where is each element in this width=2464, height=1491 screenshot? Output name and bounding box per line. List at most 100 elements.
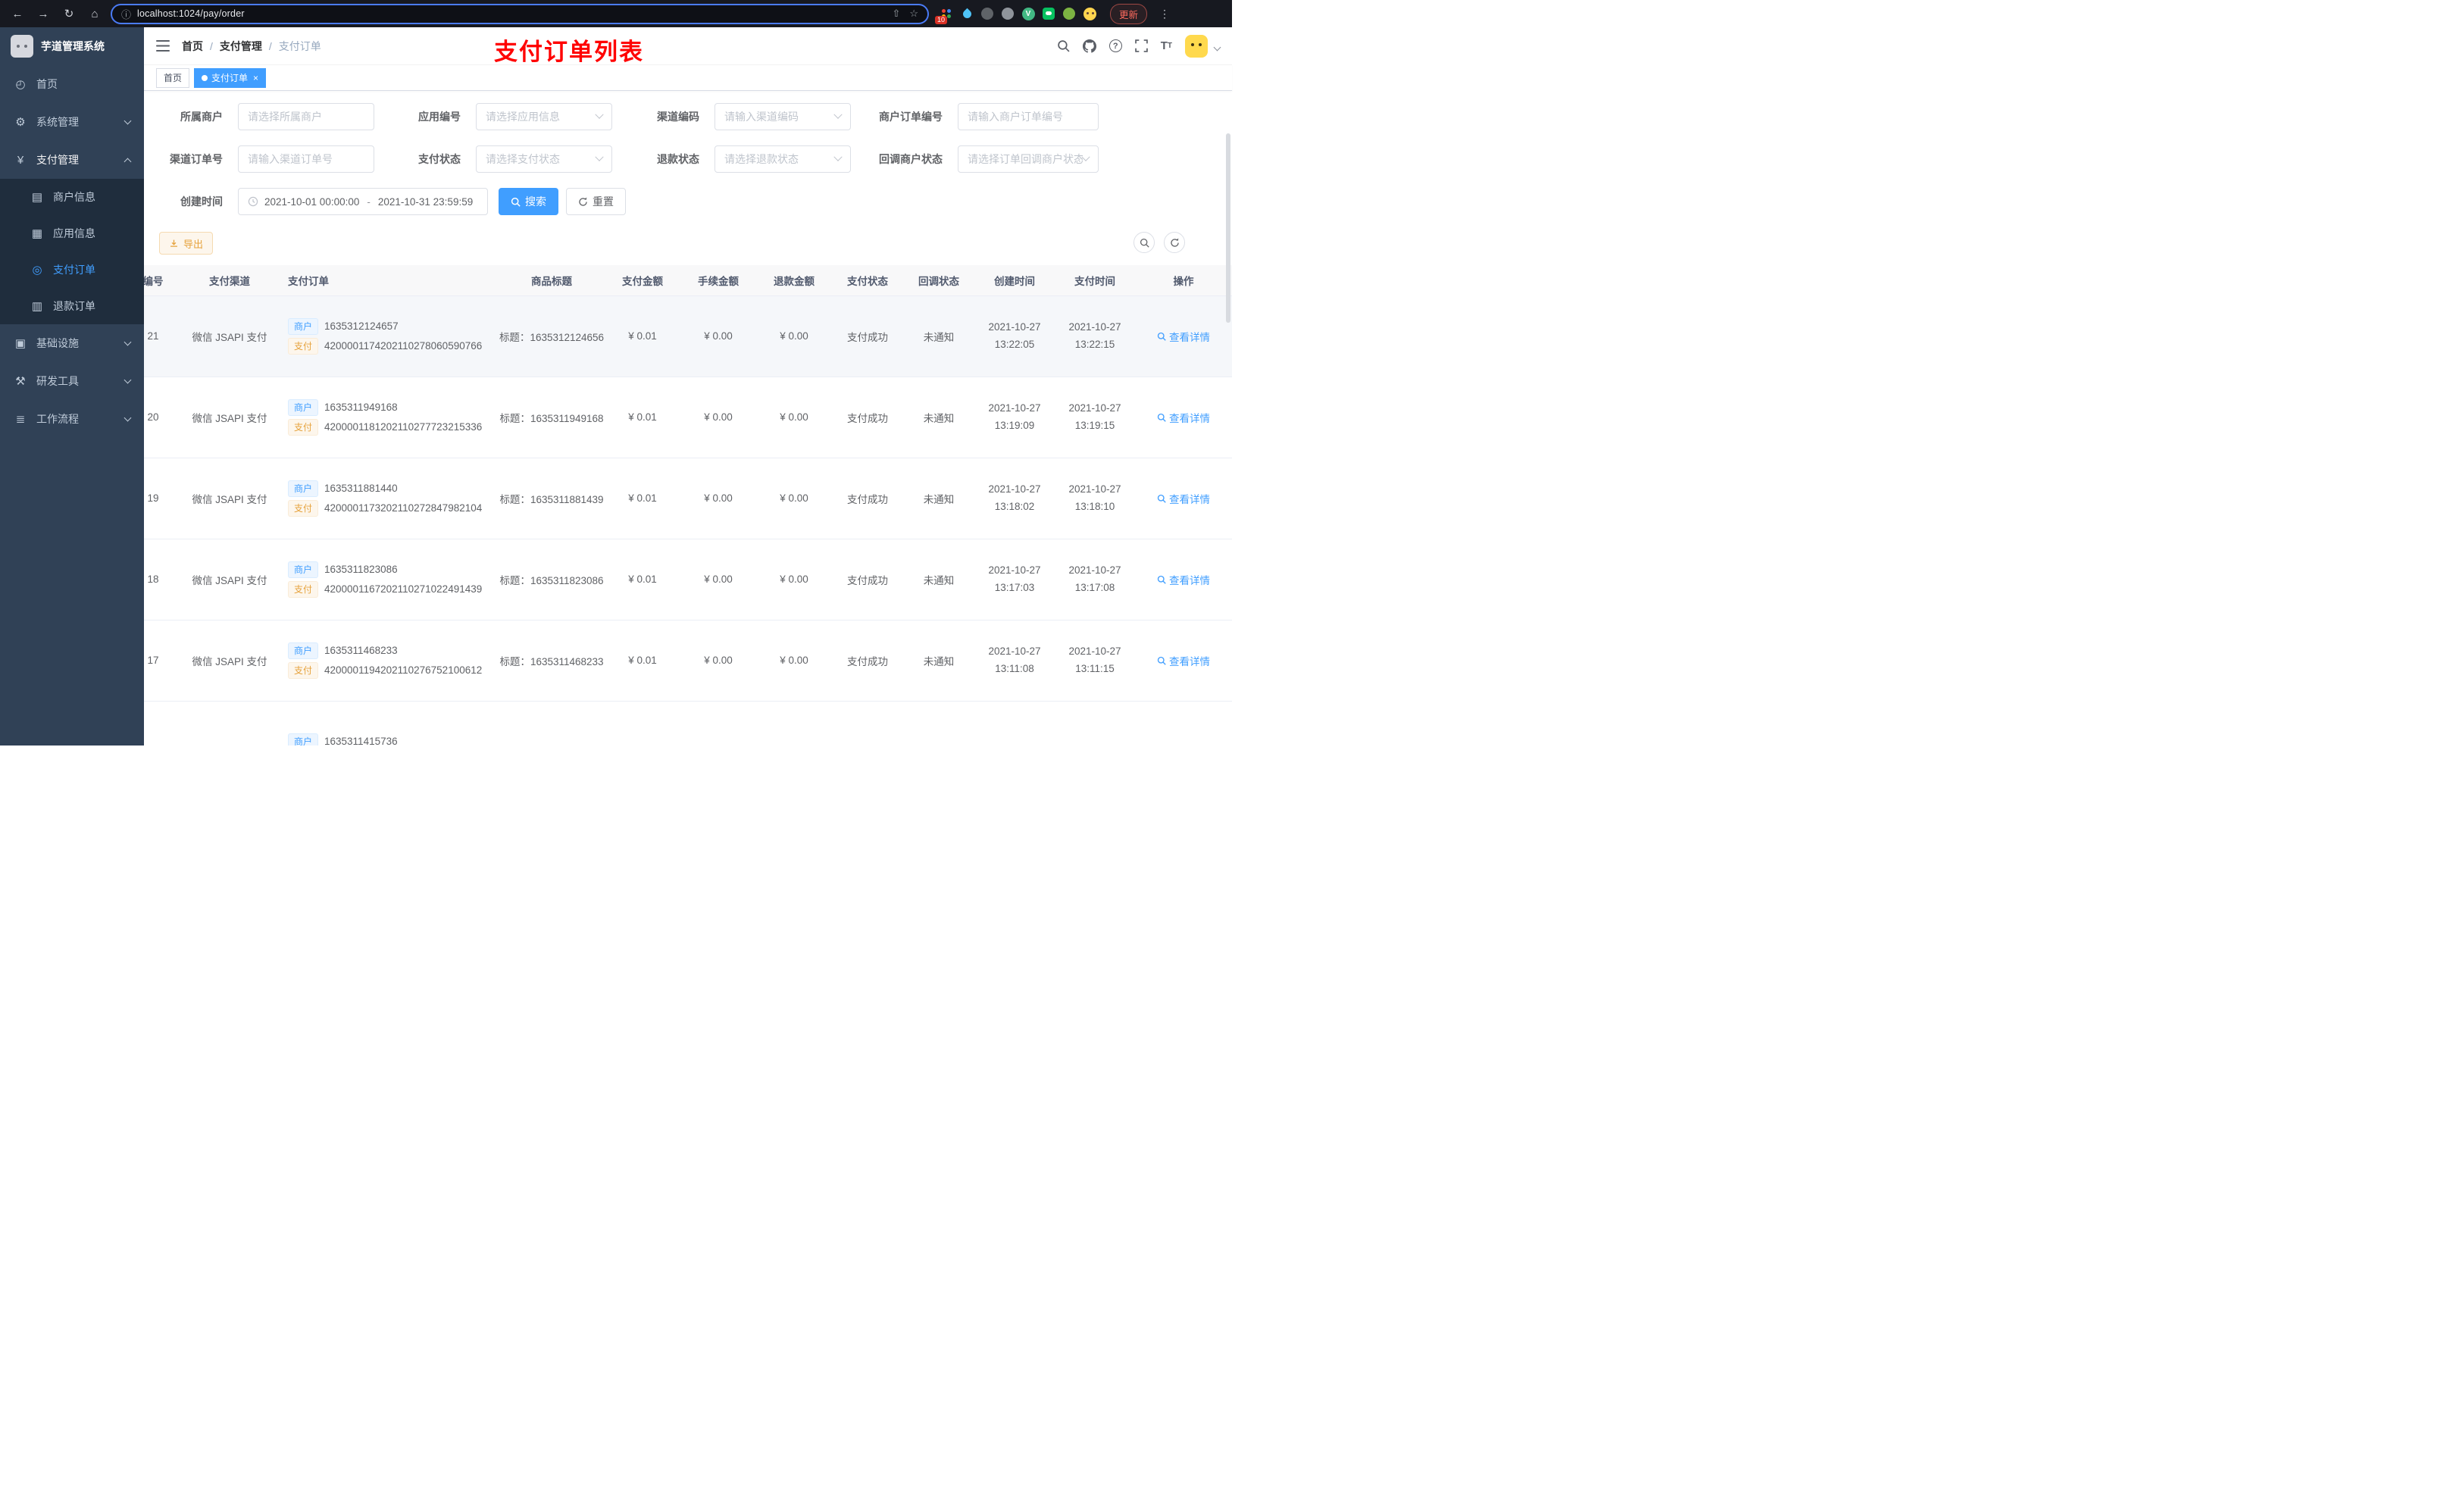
address-bar[interactable]: ⓘ localhost:1024/pay/order ⇧ ☆ [111,3,929,24]
chat-extension-icon[interactable] [1042,7,1055,20]
forward-icon[interactable]: → [33,4,53,23]
breadcrumb: 首页 / 支付管理 / 支付订单 [182,39,321,54]
pay-tag: 支付 [288,418,319,436]
extension-droplet-icon[interactable] [960,7,974,20]
bookmark-star-icon[interactable]: ☆ [909,8,918,20]
sidebar-item-pay-order[interactable]: ◎ 支付订单 [0,252,144,288]
refund-status-filter-select[interactable]: 请选择退款状态 [714,145,851,173]
back-icon[interactable]: ← [8,4,27,23]
chevron-down-icon [124,117,132,125]
hamburger-icon[interactable] [156,40,170,52]
table-row-partial: 商户 1635311415736 [144,701,1232,746]
extension-badge: 10 [935,16,948,24]
site-info-icon[interactable]: ⓘ [121,7,131,21]
merchant-filter-label: 所属商户 [180,111,223,123]
tab-pay-order[interactable]: 支付订单 × [194,67,267,88]
sidebar-item-refund-order[interactable]: ▥ 退款订单 [0,288,144,324]
sidebar-item-workflow[interactable]: ≣ 工作流程 [0,400,144,438]
fullscreen-icon[interactable] [1134,39,1148,52]
chevron-down-icon [124,338,132,346]
logo: 芋道管理系统 [0,27,144,65]
reset-button[interactable]: 重置 [566,188,626,215]
merchant-filter-input[interactable] [238,103,374,130]
sidebar-item-dev-tools[interactable]: ⚒ 研发工具 [0,362,144,400]
col-refund: 退款金额 [756,265,832,296]
close-icon[interactable]: × [253,73,258,83]
record-icon: ◎ [32,264,42,277]
sidebar-item-home[interactable]: ◴ 首页 [0,65,144,103]
github-icon[interactable] [1082,39,1096,53]
view-detail-link[interactable]: 查看详情 [1157,572,1210,587]
table-row: 19 微信 JSAPI 支付 商户 1635311881440 支付 4200001… [144,458,1232,539]
share-icon[interactable]: ⇧ [892,8,900,20]
cell-pay-order: 商户 1635311823086 支付 4200001167202110271022… [271,539,499,620]
sidebar-item-system[interactable]: ⚙ 系统管理 [0,103,144,141]
sidebar-item-infrastructure[interactable]: ▣ 基础设施 [0,324,144,362]
scrollbar[interactable] [1226,133,1230,323]
view-detail-link[interactable]: 查看详情 [1157,410,1210,425]
search-button[interactable]: 搜索 [499,188,558,215]
create-time-range-picker[interactable]: 2021-10-01 00:00:00 - 2021-10-31 23:59:5… [238,188,488,215]
sidebar-item-merchant-info[interactable]: ▤ 商户信息 [0,179,144,215]
create-time-filter-label: 创建时间 [180,195,223,208]
download-icon [170,239,177,247]
chevron-down-icon[interactable] [1213,43,1221,52]
extensions-cluster: 10 V [935,7,1096,24]
search-icon [1157,656,1166,665]
sidebar-item-app-info[interactable]: ▦ 应用信息 [0,215,144,252]
table-row: 17 微信 JSAPI 支付 商户 1635311468233 支付 4200001… [144,620,1232,702]
work-area: 所属商户 应用编号 请选择应用信息 渠道编码 请输入渠道编码 [144,91,1232,746]
callback-status-filter-select[interactable]: 请选择订单回调商户状态 [958,145,1099,173]
refresh-icon [579,197,587,206]
document-icon: ▥ [31,300,43,313]
extension-icon[interactable] [980,7,994,20]
pay-tag: 支付 [288,337,319,355]
toggle-search-icon[interactable] [1134,232,1155,253]
extension-grid-icon[interactable]: 10 [935,7,953,24]
browser-toolbar: ← → ↻ ⌂ ⓘ localhost:1024/pay/order ⇧ ☆ 1… [0,0,1232,27]
view-detail-link[interactable]: 查看详情 [1157,653,1210,668]
extension-icon[interactable] [1001,7,1015,20]
help-icon[interactable]: ? [1108,39,1122,52]
merchant-order-no-filter-input[interactable] [958,103,1099,130]
search-icon [1157,332,1166,341]
extension-icon[interactable] [1062,7,1076,20]
tab-home[interactable]: 首页 [156,67,190,88]
pay-status-filter-select[interactable]: 请选择支付状态 [476,145,612,173]
view-detail-link[interactable]: 查看详情 [1157,329,1210,344]
col-title: 商品标题 [499,265,605,296]
export-button[interactable]: 导出 [159,232,214,255]
breadcrumb-home[interactable]: 首页 [182,39,203,54]
chevron-down-icon [124,414,132,422]
pay-tag: 支付 [288,580,319,598]
chrome-update-button[interactable]: 更新 [1110,3,1148,24]
channel-order-no-filter-input[interactable] [238,145,374,173]
breadcrumb-payment[interactable]: 支付管理 [220,39,262,54]
end-date: 2021-10-31 23:59:59 [377,195,474,208]
start-date: 2021-10-01 00:00:00 [264,195,360,208]
vue-devtools-icon[interactable]: V [1021,7,1035,20]
view-detail-link[interactable]: 查看详情 [1157,491,1210,506]
cell-title: 标题：1635311881439 [499,458,605,539]
merchant-tag: 商户 [288,642,319,659]
app-filter-select[interactable]: 请选择应用信息 [476,103,612,130]
chevron-down-icon [595,152,604,161]
cell-pay-order: 商户 1635311881440 支付 4200001173202110272847… [271,458,499,539]
col-amount: 支付金额 [605,265,680,296]
avatar[interactable] [1185,34,1208,58]
breadcrumb-current: 支付订单 [278,39,321,52]
channel-code-filter-select[interactable]: 请输入渠道编码 [714,103,851,130]
refresh-table-icon[interactable] [1164,232,1185,253]
col-channel: 支付渠道 [188,265,271,296]
browser-menu-icon[interactable]: ⋮ [1159,8,1170,20]
font-size-icon[interactable]: TT [1161,39,1172,52]
home-icon[interactable]: ⌂ [85,4,105,23]
active-dot [202,74,208,81]
pay-tag: 支付 [288,499,319,517]
emoji-extension-icon[interactable] [1083,7,1096,20]
sidebar: 芋道管理系统 ◴ 首页 ⚙ 系统管理 ¥ 支付管理 ▤ 商户信息 ▦ 应用信息 [0,27,144,746]
sidebar-item-payment[interactable]: ¥ 支付管理 [0,141,144,179]
reload-icon[interactable]: ↻ [59,4,79,23]
callback-status-filter-label: 回调商户状态 [879,153,943,165]
search-icon[interactable] [1057,39,1070,52]
